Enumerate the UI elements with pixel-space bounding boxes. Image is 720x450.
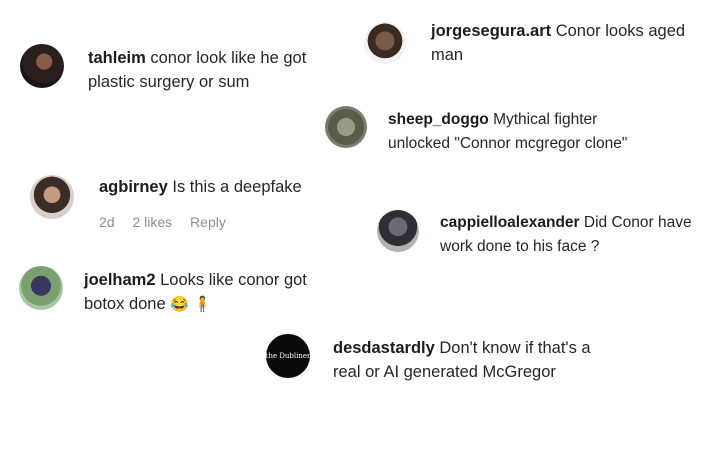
avatar[interactable] (325, 106, 367, 148)
reply-button[interactable]: Reply (190, 214, 226, 230)
emoji-laugh-icon: 😂 🧍 (170, 296, 212, 313)
comment-body-line2: real or AI generated McGregor (333, 363, 556, 381)
comment-likes[interactable]: 2 likes (132, 214, 172, 230)
comment-body-line2: unlocked "Connor mcgregor clone" (388, 135, 628, 152)
avatar[interactable] (20, 44, 64, 88)
comment-body-line2: botox done (84, 295, 166, 313)
comment-body: Conor looks aged (555, 22, 686, 40)
comment-body: Is this a deepfake (172, 178, 302, 196)
comment-body-line2: work done to his face ? (440, 238, 600, 255)
avatar[interactable]: the Dubliner (266, 334, 310, 378)
comment-username[interactable]: agbirney (99, 178, 168, 196)
comment-username[interactable]: sheep_doggo (388, 111, 489, 128)
comment-username[interactable]: joelham2 (84, 271, 156, 289)
comment-text: jorgesegura.art Conor looks aged man (431, 19, 685, 67)
comment-meta: 2d 2 likes Reply (99, 214, 240, 230)
comment-text: tahleim conor look like he got plastic s… (88, 46, 306, 94)
avatar[interactable] (377, 210, 419, 252)
comment-username[interactable]: tahleim (88, 49, 146, 67)
avatar[interactable] (19, 266, 63, 310)
comment-text: desdastardly Don't know if that's a real… (333, 336, 591, 384)
comment-username[interactable]: cappielloalexander (440, 214, 580, 231)
comment-text: joelham2 Looks like conor got botox done… (84, 268, 307, 317)
comment-body: Did Conor have (583, 214, 692, 231)
comment-body: Mythical fighter (493, 111, 598, 128)
avatar[interactable] (364, 22, 406, 64)
comment-body-line2: plastic surgery or sum (88, 73, 250, 91)
comment-text: cappielloalexander Did Conor have work d… (440, 211, 692, 259)
avatar-logo-text: the Dubliner (266, 352, 310, 360)
comment-text: sheep_doggo Mythical fighter unlocked "C… (388, 108, 627, 156)
comment-body: Looks like conor got (160, 271, 307, 289)
comment-body-line2: man (431, 46, 464, 64)
comment-username[interactable]: desdastardly (333, 339, 435, 357)
comment-timestamp: 2d (99, 214, 115, 230)
avatar[interactable] (30, 175, 74, 219)
comment-text: agbirney Is this a deepfake (99, 175, 302, 199)
comment-username[interactable]: jorgesegura.art (431, 22, 551, 40)
comment-body: conor look like he got (150, 49, 307, 67)
comment-body: Don't know if that's a (439, 339, 591, 357)
